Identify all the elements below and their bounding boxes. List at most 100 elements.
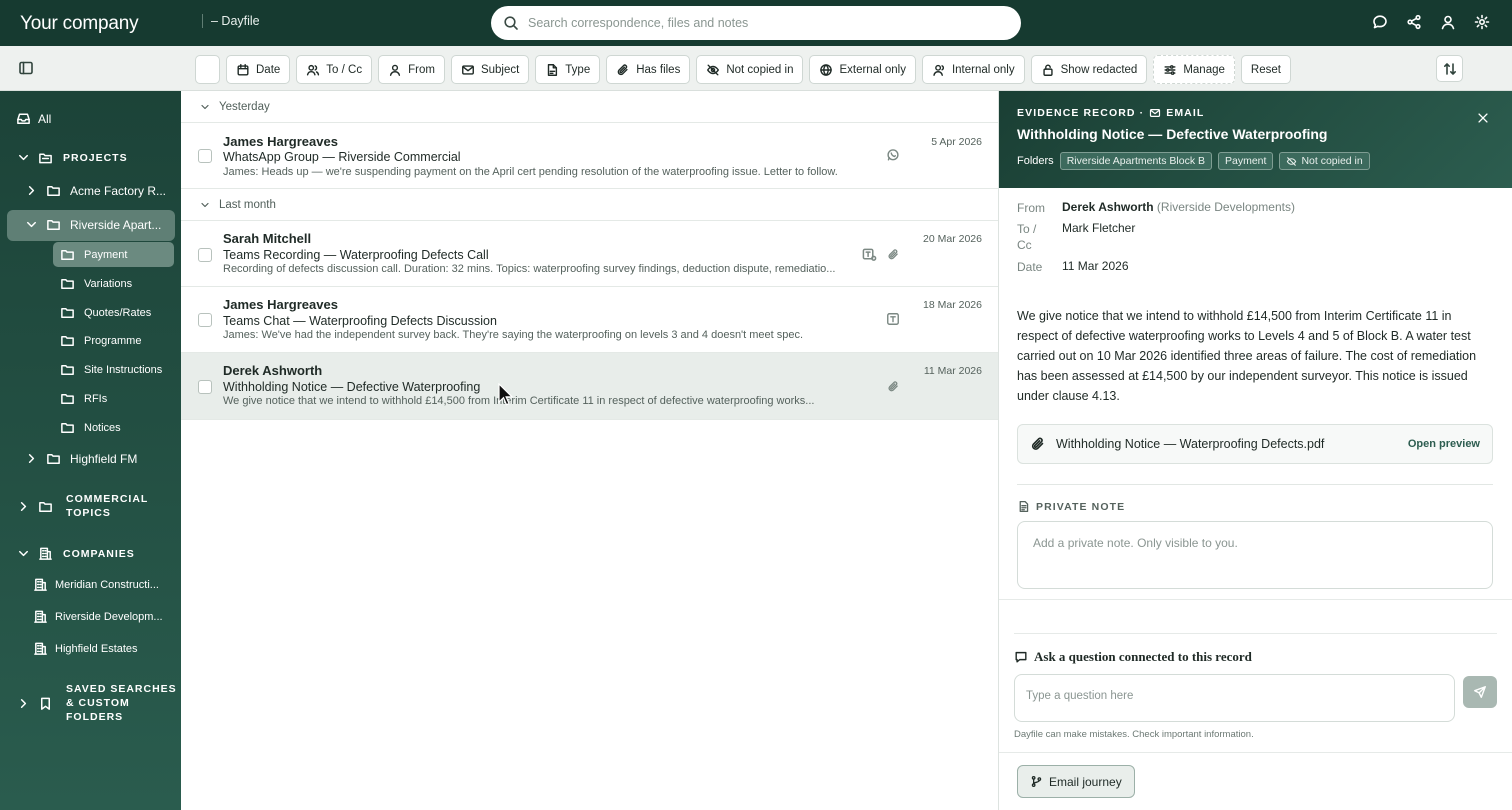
- row-checkbox[interactable]: [198, 313, 212, 327]
- sidebar-item-notices[interactable]: Notices: [60, 420, 121, 435]
- sidebar-item-programme[interactable]: Programme: [60, 333, 141, 348]
- branch-icon: [1031, 775, 1042, 788]
- sort-icon: [1443, 62, 1456, 75]
- mail-icon: [1150, 109, 1161, 117]
- tag-not-copied-in[interactable]: Not copied in: [1279, 152, 1370, 170]
- sort-button[interactable]: [1436, 55, 1463, 82]
- companies-heading: COMPANIES: [63, 547, 135, 560]
- company-label: Highfield Estates: [55, 642, 138, 655]
- sidebar-item-site-instructions[interactable]: Site Instructions: [60, 362, 162, 377]
- folder-icon: [61, 365, 74, 375]
- sidebar-toggle-button[interactable]: [18, 60, 34, 76]
- folder-icon: [47, 454, 60, 464]
- user-group-icon: [933, 64, 944, 76]
- email-journey-button[interactable]: Email journey: [1017, 765, 1135, 798]
- from-name[interactable]: Derek Ashworth: [1062, 200, 1154, 214]
- filter-show-redacted-label: Show redacted: [1060, 63, 1138, 76]
- user-icon[interactable]: [1440, 14, 1456, 30]
- chevron-down-icon: [19, 550, 28, 557]
- filter-subject[interactable]: Subject: [450, 55, 530, 84]
- filter-to-cc[interactable]: To / Cc: [296, 55, 373, 84]
- chevron-right-icon: [20, 698, 27, 708]
- private-note-input[interactable]: Add a private note. Only visible to you.: [1017, 521, 1493, 589]
- group-label: Yesterday: [219, 100, 270, 113]
- filter-manage[interactable]: Manage: [1153, 55, 1235, 84]
- sidebar-item-company-riverside[interactable]: Riverside Developm...: [33, 609, 163, 624]
- mouse-cursor-icon: [498, 383, 514, 406]
- search-input[interactable]: Search correspondence, files and notes: [491, 6, 1021, 40]
- sidebar-section-commercial-topics[interactable]: COMMERCIAL TOPICS: [16, 492, 148, 520]
- sidebar-section-companies[interactable]: COMPANIES: [16, 546, 135, 561]
- share-icon[interactable]: [1406, 14, 1422, 30]
- send-button[interactable]: [1463, 676, 1497, 708]
- close-button[interactable]: [1476, 111, 1490, 125]
- group-label: Last month: [219, 198, 276, 211]
- project-label: Highfield FM: [70, 451, 138, 466]
- paperclip-icon: [1031, 437, 1044, 450]
- sidebar-section-saved-searches[interactable]: SAVED SEARCHES & CUSTOM FOLDERS: [16, 682, 177, 724]
- sidebar-section-projects[interactable]: PROJECTS: [16, 150, 128, 165]
- mail-icon: [461, 64, 474, 75]
- group-header-yesterday[interactable]: Yesterday: [181, 91, 998, 123]
- attachment-row[interactable]: Withholding Notice — Waterproofing Defec…: [1017, 424, 1493, 464]
- sidebar-item-project-highfield[interactable]: Highfield FM: [24, 451, 137, 466]
- chevron-right-icon: [20, 501, 27, 511]
- filter-external-only[interactable]: External only: [809, 55, 916, 84]
- date-label: 20 Mar 2026: [923, 233, 982, 245]
- folder-tag-payment[interactable]: Payment: [1218, 152, 1274, 170]
- file-type-icon: [548, 63, 558, 76]
- record-kind-prefix: EVIDENCE RECORD ·: [1017, 107, 1145, 119]
- folder-label: Programme: [84, 334, 142, 347]
- sidebar-item-company-meridian[interactable]: Meridian Constructi...: [33, 577, 159, 592]
- blank-filter-chip[interactable]: [195, 55, 220, 84]
- company-brand[interactable]: Your company: [20, 13, 139, 35]
- filter-type[interactable]: Type: [535, 55, 601, 84]
- folders-label: Folders: [1017, 155, 1054, 167]
- list-item-selected[interactable]: Derek Ashworth Withholding Notice — Defe…: [181, 353, 998, 420]
- users-icon: [307, 64, 320, 76]
- chevron-right-icon: [28, 454, 35, 463]
- building-icon: [39, 547, 52, 560]
- folder-label: Site Instructions: [84, 363, 163, 376]
- filter-internal-only[interactable]: Internal only: [921, 55, 1025, 84]
- sidebar-item-project-riverside[interactable]: Riverside Apart...: [24, 217, 161, 232]
- preview-text: Recording of defects discussion call. Du…: [223, 263, 836, 275]
- gear-icon[interactable]: [1474, 14, 1490, 30]
- folder-icon: [61, 250, 74, 260]
- row-checkbox[interactable]: [198, 380, 212, 394]
- list-item[interactable]: James Hargreaves WhatsApp Group — Rivers…: [181, 123, 998, 189]
- sidebar-item-company-highfield[interactable]: Highfield Estates: [33, 641, 138, 656]
- list-item[interactable]: James Hargreaves Teams Chat — Waterproof…: [181, 287, 998, 353]
- question-input[interactable]: Type a question here: [1014, 674, 1455, 722]
- filter-show-redacted[interactable]: Show redacted: [1030, 55, 1148, 84]
- to-value[interactable]: Mark Fletcher: [1062, 221, 1135, 235]
- sidebar-item-all[interactable]: All: [16, 111, 51, 126]
- row-checkbox[interactable]: [198, 248, 212, 262]
- open-preview-button[interactable]: Open preview: [1408, 438, 1480, 450]
- sidebar-item-variations[interactable]: Variations: [60, 276, 132, 291]
- chat-icon[interactable]: [1372, 14, 1388, 30]
- from-value: Derek Ashworth (Riverside Developments): [1062, 200, 1295, 214]
- filter-date[interactable]: Date: [226, 55, 291, 84]
- list-item[interactable]: Sarah Mitchell Teams Recording — Waterpr…: [181, 221, 998, 287]
- detail-header: EVIDENCE RECORD · EMAIL Withholding Noti…: [999, 91, 1512, 188]
- filter-has-files[interactable]: Has files: [606, 55, 691, 84]
- filter-from[interactable]: From: [378, 55, 445, 84]
- filter-not-copied-in-label: Not copied in: [726, 63, 794, 76]
- sidebar-item-payment[interactable]: Payment: [60, 247, 127, 262]
- filter-subject-label: Subject: [480, 63, 520, 76]
- chevron-down-icon: [201, 104, 209, 109]
- filter-not-copied-in[interactable]: Not copied in: [696, 55, 804, 84]
- folder-tag-project[interactable]: Riverside Apartments Block B: [1059, 152, 1212, 170]
- sidebar-item-rfis[interactable]: RFIs: [60, 391, 107, 406]
- row-checkbox[interactable]: [198, 149, 212, 163]
- filter-reset[interactable]: Reset: [1240, 55, 1291, 84]
- chevron-down-icon: [27, 221, 36, 228]
- sidebar: All PROJECTS Acme Factory R... Riverside…: [0, 91, 181, 810]
- filter-manage-label: Manage: [1183, 63, 1225, 76]
- project-label: Acme Factory R...: [70, 183, 167, 198]
- sidebar-item-quotes-rates[interactable]: Quotes/Rates: [60, 305, 151, 320]
- sidebar-item-project-acme[interactable]: Acme Factory R...: [24, 183, 166, 198]
- group-header-last-month[interactable]: Last month: [181, 189, 998, 221]
- filter-date-label: Date: [256, 63, 281, 76]
